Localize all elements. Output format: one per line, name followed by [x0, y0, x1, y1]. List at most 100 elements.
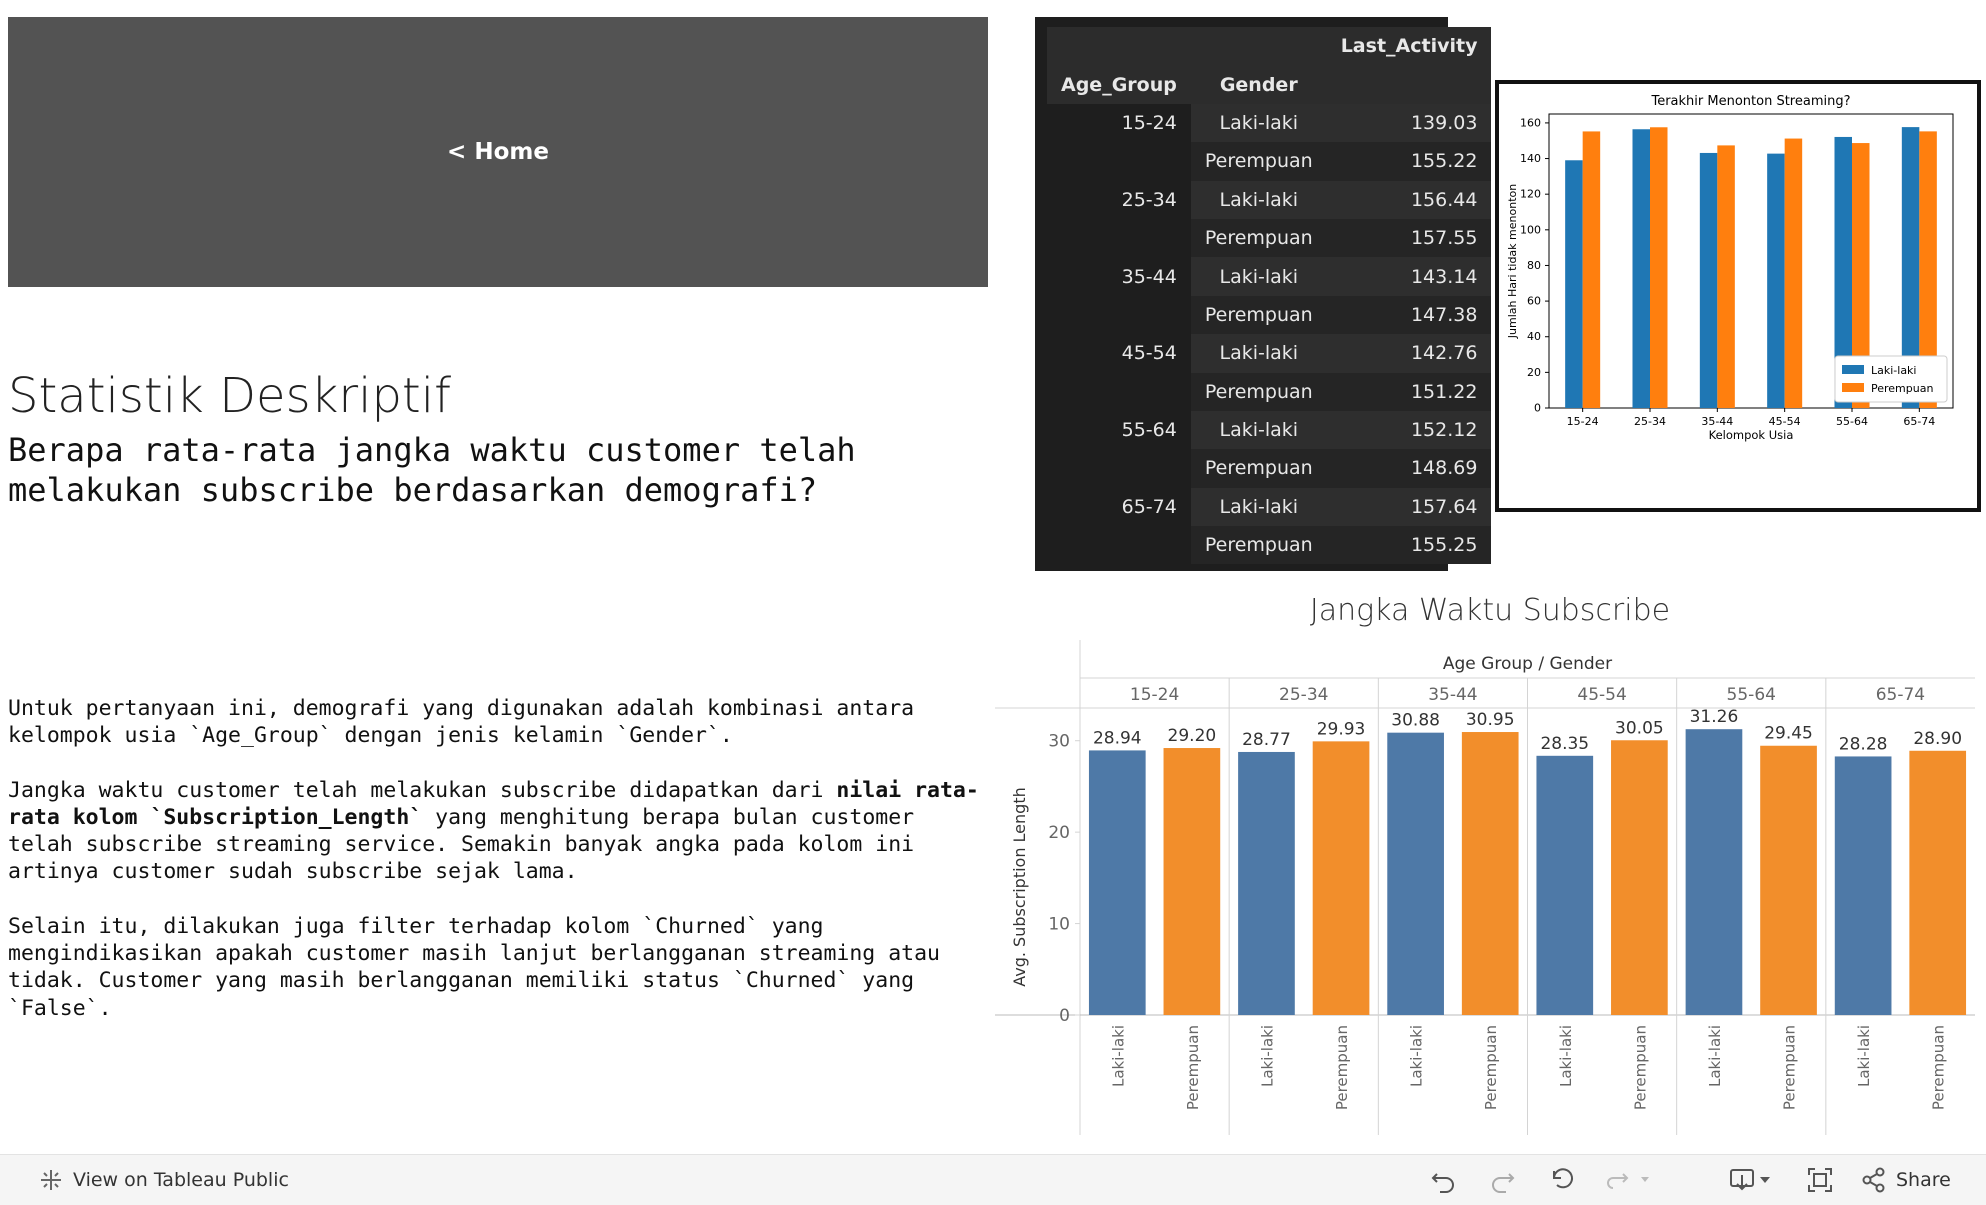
- legend-box: [1834, 355, 1948, 403]
- table-cell-last-activity: 142.76: [1326, 334, 1492, 373]
- home-button[interactable]: < Home: [8, 17, 988, 287]
- download-button[interactable]: [1728, 1155, 1774, 1205]
- legend-label: Laki-laki: [1871, 364, 1917, 377]
- y-tick-label: 20: [1527, 366, 1541, 379]
- bar-perempuan[interactable]: [1909, 750, 1967, 1015]
- table-cell-age-group: [1047, 449, 1191, 488]
- bar-perempuan[interactable]: [1611, 740, 1668, 1015]
- table-cell-gender: Laki-laki: [1190, 334, 1327, 373]
- table-row: Perempuan 157.55: [1047, 218, 1492, 258]
- table-cell-gender: Laki-laki: [1190, 103, 1327, 143]
- table-header-empty-1: [1047, 27, 1191, 66]
- bar-laki-laki[interactable]: [1387, 732, 1444, 1015]
- bar-laki-laki: [1767, 153, 1785, 408]
- table-row: Perempuan 155.25: [1047, 526, 1492, 565]
- undo-button[interactable]: [1428, 1155, 1458, 1205]
- age-group-header: 45-54: [1577, 685, 1626, 705]
- bar-value-label: 29.93: [1317, 719, 1366, 739]
- last-activity-table: Last_Activity Age_Group Gender 15-24 Laki…: [1047, 27, 1492, 565]
- download-icon: [1730, 1169, 1770, 1191]
- table-cell-last-activity: 148.69: [1326, 449, 1492, 488]
- table-cell-gender: Laki-laki: [1190, 180, 1327, 219]
- y-tick-label: 100: [1520, 223, 1541, 236]
- bar-perempuan[interactable]: [1760, 745, 1817, 1015]
- table-row: 45-54 Laki-laki 142.76: [1047, 334, 1492, 373]
- table-cell-gender: Perempuan: [1190, 218, 1327, 258]
- description-text: Untuk pertanyaan ini, demografi yang dig…: [8, 695, 988, 1049]
- bar-laki-laki: [1565, 160, 1583, 408]
- table-cell-gender: Laki-laki: [1190, 487, 1327, 527]
- fullscreen-button[interactable]: [1805, 1155, 1835, 1205]
- table-cell-gender: Perempuan: [1190, 372, 1327, 411]
- question-text: Berapa rata-rata jangka waktu customer t…: [8, 430, 908, 510]
- table-cell-age-group: 45-54: [1047, 334, 1191, 373]
- table-row: 15-24 Laki-laki 139.03: [1047, 103, 1492, 143]
- table-cell-last-activity: 152.12: [1326, 410, 1492, 450]
- table-cell-age-group: [1047, 526, 1191, 565]
- y-tick-label: 40: [1527, 330, 1541, 343]
- table-cell-gender: Perempuan: [1190, 449, 1327, 488]
- fullscreen-icon: [1808, 1168, 1832, 1192]
- age-group-header: 55-64: [1727, 685, 1776, 705]
- y-tick-label: 0: [1059, 1006, 1070, 1026]
- last-activity-table-image: Last_Activity Age_Group Gender 15-24 Laki…: [1035, 17, 1492, 571]
- bar-perempuan[interactable]: [1312, 741, 1370, 1015]
- revert-button[interactable]: [1548, 1155, 1578, 1205]
- gender-label: Perempuan: [1631, 1025, 1649, 1110]
- y-axis-label: Jumlah Hari tidak menonton: [1506, 184, 1519, 339]
- bar-value-label: 30.95: [1466, 710, 1515, 730]
- bar-perempuan: [1784, 138, 1803, 408]
- gender-label: Perempuan: [1930, 1025, 1948, 1110]
- x-tick-label: 15-24: [1567, 415, 1599, 428]
- bar-laki-laki[interactable]: [1088, 750, 1146, 1015]
- bar-laki-laki[interactable]: [1238, 751, 1295, 1015]
- x-tick-label: 45-54: [1769, 415, 1801, 428]
- bar-perempuan: [1650, 127, 1668, 409]
- gender-label: Laki-laki: [1109, 1025, 1127, 1087]
- bar-perempuan[interactable]: [1461, 732, 1519, 1015]
- table-cell-gender: Perempuan: [1190, 142, 1327, 181]
- share-label: Share: [1896, 1169, 1951, 1191]
- x-tick-label: 25-34: [1634, 415, 1666, 428]
- share-button[interactable]: Share: [1860, 1155, 1951, 1205]
- table-cell-age-group: [1047, 218, 1191, 258]
- table-row: 35-44 Laki-laki 143.14: [1047, 257, 1492, 296]
- view-on-tableau-link[interactable]: View on Tableau Public: [38, 1155, 289, 1205]
- refresh-button[interactable]: [1603, 1155, 1655, 1205]
- table-cell-last-activity: 155.25: [1326, 526, 1492, 565]
- gender-label: Laki-laki: [1706, 1025, 1724, 1087]
- description-paragraph-3: Selain itu, dilakukan juga filter terhad…: [8, 913, 940, 1021]
- gender-label: Laki-laki: [1557, 1025, 1575, 1087]
- gender-label: Laki-laki: [1258, 1025, 1276, 1087]
- table-cell-last-activity: 157.55: [1326, 218, 1492, 258]
- x-axis-label: Kelompok Usia: [1709, 428, 1794, 442]
- y-axis-label: Avg. Subscription Length: [1010, 787, 1029, 987]
- table-cell-last-activity: 156.44: [1326, 180, 1492, 219]
- bar-laki-laki: [1632, 129, 1650, 408]
- bar-value-label: 30.05: [1615, 718, 1664, 738]
- bar-perempuan[interactable]: [1163, 748, 1221, 1015]
- age-group-header: 15-24: [1130, 685, 1179, 705]
- chart-title: Terakhir Menonton Streaming?: [1650, 94, 1850, 109]
- bar-laki-laki[interactable]: [1685, 729, 1743, 1015]
- bar-laki-laki[interactable]: [1834, 756, 1892, 1015]
- x-tick-label: 65-74: [1903, 415, 1935, 428]
- redo-button[interactable]: [1488, 1155, 1518, 1205]
- bar-value-label: 31.26: [1690, 707, 1739, 727]
- paragraph-2-text-a: Jangka waktu customer telah melakukan su…: [8, 777, 837, 803]
- x-tick-label: 35-44: [1701, 415, 1733, 428]
- table-cell-age-group: 35-44: [1047, 257, 1191, 296]
- bar-perempuan: [1717, 145, 1735, 408]
- legend-swatch: [1842, 383, 1864, 392]
- question-line-1: Berapa rata-rata jangka waktu customer t…: [8, 431, 856, 469]
- gender-label: Perempuan: [1333, 1025, 1351, 1110]
- table-header-empty-2: [1190, 27, 1327, 66]
- bar-value-label: 28.94: [1093, 728, 1142, 748]
- y-tick-label: 0: [1534, 402, 1541, 415]
- tableau-logo-icon: [41, 1170, 61, 1190]
- bar-laki-laki[interactable]: [1536, 755, 1594, 1015]
- y-tick-label: 30: [1048, 732, 1070, 752]
- table-cell-age-group: 25-34: [1047, 180, 1191, 219]
- table-header-last-activity: Last_Activity: [1326, 27, 1492, 66]
- bar-value-label: 28.77: [1242, 730, 1291, 750]
